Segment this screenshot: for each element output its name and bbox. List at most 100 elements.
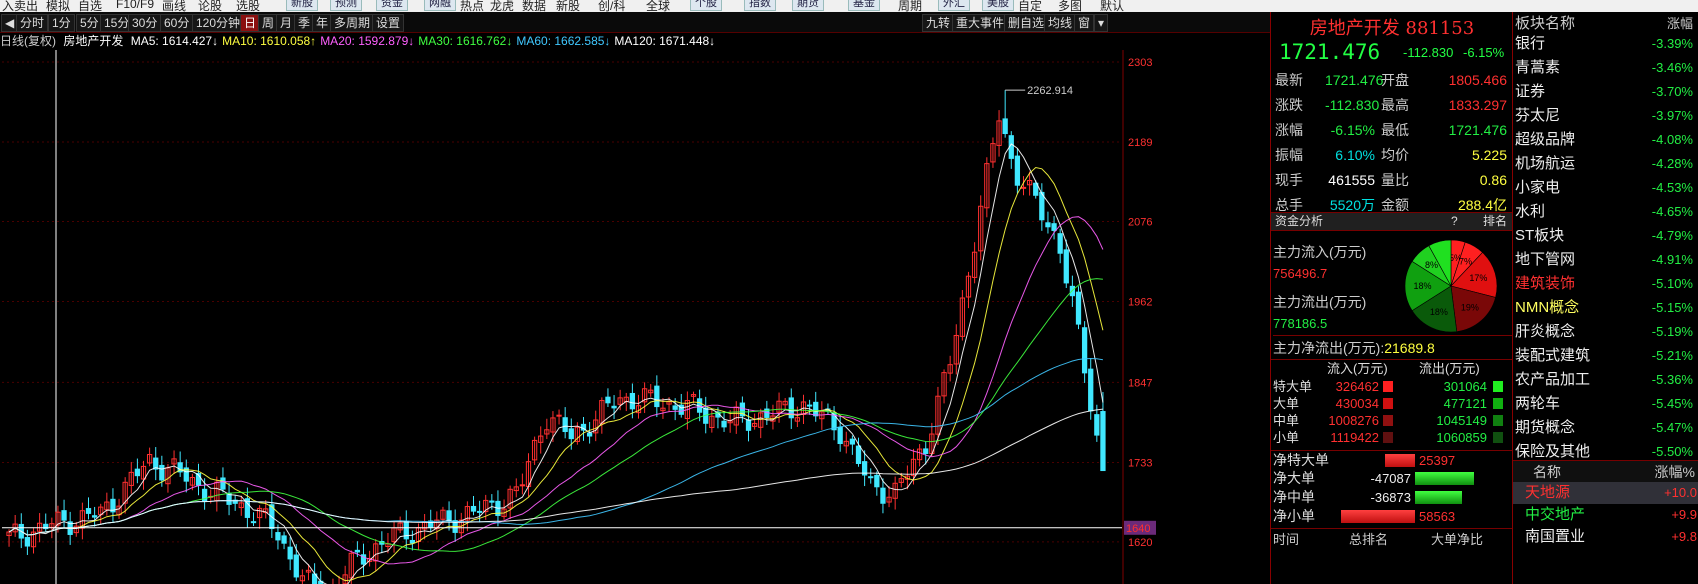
quote-value: 461555: [1328, 172, 1375, 188]
period-tab[interactable]: 1分: [48, 14, 75, 32]
sector-row[interactable]: 小家电 -4.53%: [1513, 176, 1698, 200]
toolbar-tab[interactable]: 删自选: [1004, 14, 1049, 32]
period-tab[interactable]: 120分钟: [192, 14, 245, 32]
stock-change: +9.8: [1671, 529, 1697, 544]
period-tab[interactable]: 周: [258, 14, 279, 32]
candle-body: [470, 505, 477, 512]
order-size-label: 特大单: [1273, 379, 1313, 394]
sector-row[interactable]: 水利 -4.65%: [1513, 200, 1698, 224]
quote-value: 6.10%: [1335, 147, 1375, 163]
moving-average-line: [8, 408, 1103, 536]
period-tab[interactable]: 分时: [16, 14, 49, 32]
toolbar-tab[interactable]: 均线: [1044, 14, 1077, 32]
quote-label: 振幅: [1275, 147, 1303, 163]
sector-row[interactable]: 超级品牌 -4.08%: [1513, 128, 1698, 152]
sector-list-panel: 板块名称 涨幅 银行 -3.39% 青蒿素 -3.46% 证券 -3.70% 芬太尼 -3.9…: [1512, 12, 1698, 584]
candle-body: [85, 508, 92, 514]
sector-change: -5.10%: [1651, 276, 1693, 291]
menu-item[interactable]: 新股: [556, 0, 580, 12]
y-tick-label: 1620: [1128, 537, 1152, 549]
menu-item[interactable]: 基金: [848, 0, 880, 11]
toolbar-tab[interactable]: 九转: [922, 14, 955, 32]
menu-item[interactable]: 模拟: [46, 0, 70, 12]
main-inflow-label: 主力流入(万元): [1273, 244, 1367, 260]
menu-item[interactable]: 热点: [460, 0, 484, 12]
menu-item[interactable]: 入: [2, 0, 14, 12]
menu-bar: 入卖出 模拟 自选 F10/F9 画线 论股 选股 新股 预测 资金 网融 热点 龙虎 数据 新股 创/科 全球…: [0, 0, 1698, 12]
menu-item[interactable]: 创/科: [598, 0, 625, 12]
help-button[interactable]: ?: [1451, 213, 1458, 230]
menu-item[interactable]: 选股: [236, 0, 260, 12]
period-tab[interactable]: 30分: [128, 14, 162, 32]
sector-row[interactable]: 建筑装饰 -5.10%: [1513, 272, 1698, 296]
candle-body: [806, 404, 813, 407]
period-tab[interactable]: 季: [294, 14, 315, 32]
stock-row[interactable]: 中交地产 +9.9: [1513, 504, 1698, 526]
sector-row[interactable]: 证券 -3.70%: [1513, 80, 1698, 104]
period-tab[interactable]: 设置: [372, 14, 405, 32]
menu-item[interactable]: 多图: [1058, 0, 1082, 12]
menu-item[interactable]: 指数: [744, 0, 776, 11]
period-tab[interactable]: 月: [276, 14, 297, 32]
menu-item[interactable]: 网融: [424, 0, 456, 11]
sector-name: 银行: [1515, 35, 1546, 52]
menu-item[interactable]: 新股: [286, 0, 318, 11]
candle-body: [1100, 411, 1106, 472]
period-tab[interactable]: 年: [312, 14, 333, 32]
sector-row[interactable]: 农产品加工 -5.36%: [1513, 368, 1698, 392]
candle-body: [281, 535, 287, 544]
sector-row[interactable]: 肝炎概念 -5.19%: [1513, 320, 1698, 344]
pie-slice-label: 18%: [1430, 307, 1448, 317]
menu-item[interactable]: 龙虎: [490, 0, 514, 12]
menu-item[interactable]: 数据: [522, 0, 546, 12]
period-tab[interactable]: 60分: [160, 14, 194, 32]
sector-row[interactable]: 两轮车 -5.45%: [1513, 392, 1698, 416]
sector-row[interactable]: ST板块 -4.79%: [1513, 224, 1698, 248]
menu-item[interactable]: 全球: [646, 0, 670, 12]
menu-item[interactable]: 预测: [330, 0, 362, 11]
sector-row[interactable]: 地下管网 -4.91%: [1513, 248, 1698, 272]
menu-item[interactable]: 周期: [898, 0, 922, 12]
menu-item[interactable]: 美股: [982, 0, 1014, 11]
stock-name-header[interactable]: 名称: [1533, 461, 1561, 483]
stock-pct-header[interactable]: 涨幅%: [1655, 461, 1695, 483]
toolbar-tab[interactable]: 重大事件: [952, 14, 1009, 32]
sector-row[interactable]: 芬太尼 -3.97%: [1513, 104, 1698, 128]
menu-item[interactable]: 卖出: [14, 0, 38, 12]
sector-row[interactable]: 银行 -3.39%: [1513, 32, 1698, 56]
menu-item[interactable]: 默认: [1100, 0, 1124, 12]
period-toolbar: ◀ 分时 1分 5分 15分 30分 60分 120分钟日周月季年多周期 设置 九转 重大事件 删自选…: [0, 12, 1270, 33]
period-tab[interactable]: 日: [240, 14, 261, 32]
y-tick-label: 2189: [1128, 137, 1152, 149]
stock-name: 中交地产: [1525, 506, 1586, 523]
menu-item[interactable]: 外汇: [938, 0, 970, 11]
pie-slice-label: 17%: [1469, 273, 1487, 283]
menu-item[interactable]: 论股: [198, 0, 222, 12]
stock-row[interactable]: 天地源 +10.0: [1513, 482, 1698, 504]
toolbar-tab[interactable]: 窗: [1074, 14, 1095, 32]
sector-row[interactable]: 装配式建筑 -5.21%: [1513, 344, 1698, 368]
period-tab[interactable]: 多周期: [330, 14, 375, 32]
menu-item[interactable]: 自定: [1018, 0, 1042, 12]
menu-item[interactable]: F10/F9: [116, 0, 154, 11]
sector-row[interactable]: NMN概念 -5.15%: [1513, 296, 1698, 320]
toolbar-dropdown-icon[interactable]: ▾: [1094, 14, 1109, 32]
rank-button[interactable]: 排名: [1483, 213, 1507, 230]
menu-item[interactable]: 自选: [78, 0, 102, 12]
menu-item[interactable]: 画线: [162, 0, 186, 12]
stock-name: 天地源: [1525, 484, 1571, 501]
sector-row[interactable]: 青蒿素 -3.46%: [1513, 56, 1698, 80]
quote-label: 最低: [1381, 122, 1409, 138]
period-tab[interactable]: 5分: [76, 14, 103, 32]
menu-item[interactable]: 个股: [690, 0, 722, 11]
menu-item[interactable]: 资金: [376, 0, 408, 11]
stock-row[interactable]: 南国置业 +9.8: [1513, 526, 1698, 548]
stock-change: +10.0: [1664, 485, 1697, 500]
inflow-swatch: [1383, 432, 1393, 443]
sector-row[interactable]: 期货概念 -5.47%: [1513, 416, 1698, 440]
inflow-value: 1008276: [1328, 413, 1379, 428]
candlestick-chart[interactable]: 2303 2189 2076 1962 1847 1733 1620 1640 2262.914…: [0, 50, 1270, 584]
sector-row[interactable]: 机场航运 -4.28%: [1513, 152, 1698, 176]
menu-item[interactable]: 期货: [792, 0, 824, 11]
candle-body: [562, 417, 568, 433]
